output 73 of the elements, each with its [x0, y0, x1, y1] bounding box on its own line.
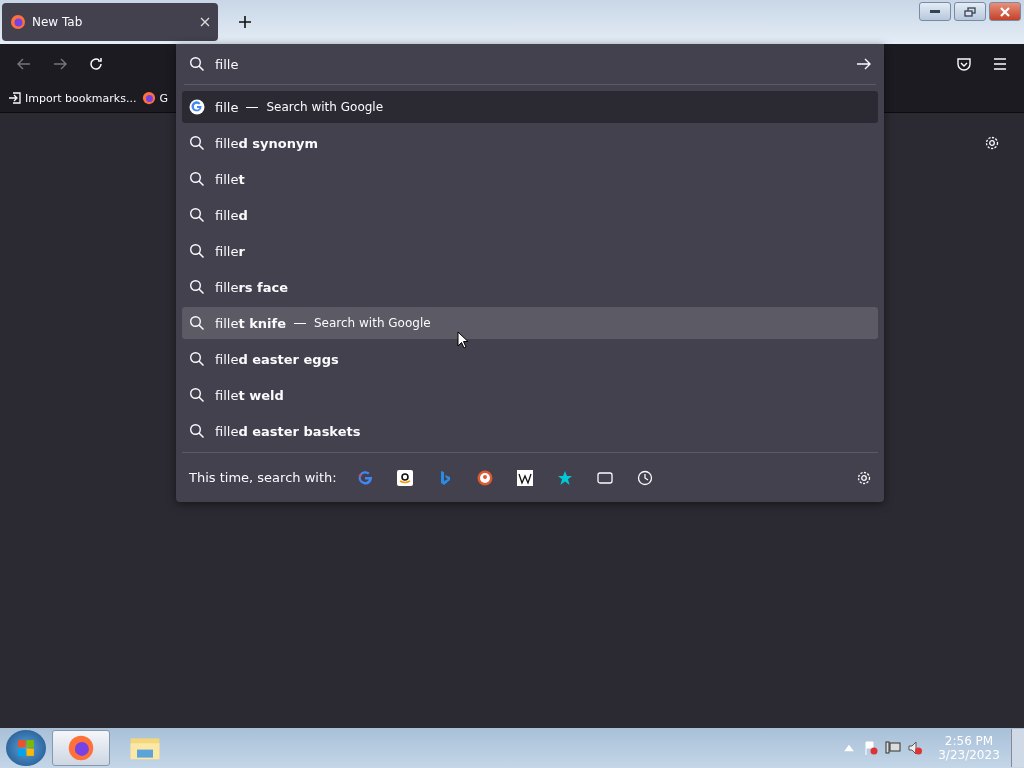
- close-icon: [999, 6, 1011, 17]
- search-icon: [189, 387, 205, 403]
- google-icon: [189, 99, 205, 115]
- suggestion-text: fillet knife: [215, 315, 286, 331]
- tabs-icon[interactable]: [596, 469, 613, 486]
- forward-icon[interactable]: [52, 56, 68, 72]
- firefox-icon: [10, 14, 26, 30]
- search-icon: [189, 243, 205, 259]
- settings-icon[interactable]: [856, 469, 872, 486]
- search-icon: [189, 279, 205, 295]
- suggestion-row[interactable]: filled easter baskets: [182, 415, 878, 447]
- speaker-icon[interactable]: [907, 740, 923, 756]
- minimize-button[interactable]: [919, 2, 951, 21]
- suggestion-row[interactable]: fillers face: [182, 271, 878, 303]
- search-icon: [189, 315, 205, 331]
- suggestion-text: filled easter eggs: [215, 351, 339, 367]
- search-icon: [189, 207, 205, 223]
- search-icon: [189, 171, 205, 187]
- restore-icon: [964, 6, 976, 17]
- suggestion-row[interactable]: fillet: [182, 163, 878, 195]
- close-button[interactable]: [989, 2, 1021, 21]
- suggestion-row[interactable]: filled: [182, 199, 878, 231]
- suggestion-text: fillet weld: [215, 387, 284, 403]
- search-icon: [189, 135, 205, 151]
- pocket-icon[interactable]: [956, 56, 972, 72]
- suggestion-row[interactable]: filled synonym: [182, 127, 878, 159]
- restore-button[interactable]: [954, 2, 986, 21]
- start-button[interactable]: [6, 730, 46, 766]
- firefox-icon: [142, 91, 157, 105]
- dash-separator: [294, 322, 306, 324]
- settings-icon[interactable]: [984, 135, 1000, 151]
- history-icon[interactable]: [636, 469, 653, 486]
- network-icon[interactable]: [885, 740, 901, 756]
- suggestion-row[interactable]: fillet weld: [182, 379, 878, 411]
- reload-icon[interactable]: [88, 56, 104, 72]
- suggestion-row[interactable]: filled easter eggs: [182, 343, 878, 375]
- plus-icon[interactable]: [238, 15, 252, 29]
- dash-separator: [246, 106, 259, 108]
- menu-icon[interactable]: [992, 56, 1008, 72]
- bookmark-item[interactable]: G: [142, 91, 168, 105]
- suggestion-text: fille: [215, 99, 239, 115]
- mouse-cursor-icon: [457, 331, 469, 349]
- action-text: Search with Google: [266, 100, 384, 114]
- star-icon[interactable]: [556, 469, 573, 486]
- suggestion-text: fillers face: [215, 279, 289, 295]
- search-icon: [189, 56, 205, 72]
- one-off-label: This time, search with:: [189, 470, 337, 485]
- suggestion-text: filled easter baskets: [215, 423, 361, 439]
- suggestion-text: filler: [215, 243, 245, 259]
- go-arrow-icon[interactable]: [856, 56, 872, 72]
- browser-tab[interactable]: New Tab: [2, 3, 218, 41]
- close-icon[interactable]: [200, 17, 210, 27]
- search-icon: [189, 423, 205, 439]
- back-icon[interactable]: [16, 56, 32, 72]
- flag-icon[interactable]: [863, 740, 879, 756]
- bookmark-item[interactable]: Import bookmarks...: [8, 91, 137, 105]
- firefox-icon: [67, 734, 95, 762]
- suggestion-text: filled synonym: [215, 135, 318, 151]
- suggestion-row[interactable]: filler: [182, 235, 878, 267]
- suggestion-text: fillet: [215, 171, 245, 187]
- suggestion-row[interactable]: fillet knife Search with Google: [182, 307, 878, 339]
- action-text: Search with Google: [314, 316, 431, 330]
- windows-logo-icon: [17, 739, 35, 757]
- tab-title: New Tab: [32, 15, 84, 29]
- firefox-taskbar-button[interactable]: [52, 730, 110, 766]
- amazon-icon[interactable]: [396, 469, 413, 486]
- suggestion-row[interactable]: fille Search with Google: [182, 91, 878, 123]
- suggestion-text: filled: [215, 207, 248, 223]
- import-icon: [8, 91, 22, 105]
- google-icon[interactable]: [356, 469, 373, 486]
- duck-icon[interactable]: [476, 469, 493, 486]
- search-icon: [189, 351, 205, 367]
- wikipedia-icon[interactable]: [516, 469, 533, 486]
